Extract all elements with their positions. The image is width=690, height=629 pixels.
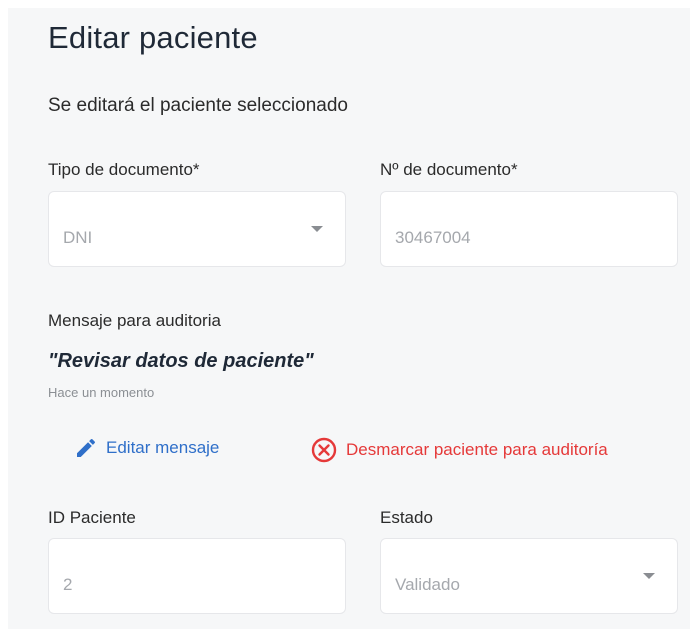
- page-title: Editar paciente: [48, 20, 258, 55]
- status-label: Estado: [380, 508, 433, 527]
- page-subtitle: Se editará el paciente seleccionado: [48, 95, 348, 116]
- unmark-audit-label: Desmarcar paciente para auditoría: [346, 440, 608, 459]
- close-circle-icon: [311, 437, 337, 463]
- pencil-icon: [77, 438, 96, 457]
- edit-message-label: Editar mensaje: [106, 438, 220, 457]
- patient-id-field[interactable]: 2: [48, 538, 346, 614]
- status-value: Validado: [395, 575, 460, 594]
- document-type-select[interactable]: DNI: [48, 191, 346, 267]
- patient-id-value: 2: [63, 575, 73, 594]
- document-number-value: 30467004: [395, 228, 471, 247]
- patient-id-label: ID Paciente: [48, 508, 136, 527]
- document-type-label: Tipo de documento*: [48, 160, 200, 179]
- audit-message: "Revisar datos de paciente": [48, 350, 314, 372]
- audit-message-label: Mensaje para auditoria: [48, 311, 221, 330]
- status-select[interactable]: Validado: [380, 538, 678, 614]
- edit-message-button[interactable]: Editar mensaje: [74, 436, 219, 460]
- document-number-field[interactable]: 30467004: [380, 191, 678, 267]
- audit-message-time: Hace un momento: [48, 385, 155, 400]
- chevron-down-icon: [643, 573, 655, 579]
- chevron-down-icon: [311, 226, 323, 232]
- unmark-audit-button[interactable]: Desmarcar paciente para auditoría: [310, 436, 608, 464]
- document-type-value: DNI: [63, 228, 93, 247]
- document-number-label: Nº de documento*: [380, 160, 518, 179]
